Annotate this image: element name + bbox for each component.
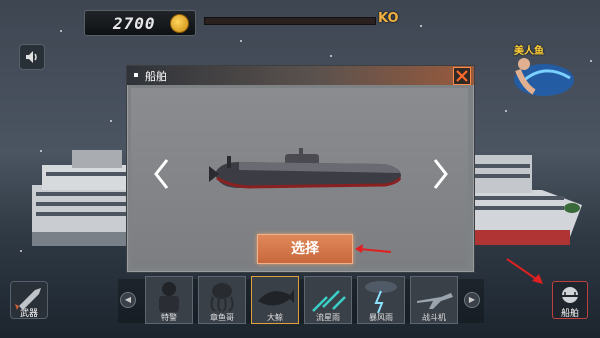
item-slot-label: 战斗机: [422, 313, 446, 322]
item-slot[interactable]: 章鱼哥: [198, 276, 246, 324]
item-slot-label: 特警: [161, 313, 177, 322]
ko-label: KO: [378, 11, 399, 26]
close-button[interactable]: [453, 67, 471, 85]
dialog-header: 船舶: [127, 66, 474, 85]
whale-icon: [258, 289, 294, 306]
sound-button[interactable]: [19, 44, 45, 70]
coin-icon: [170, 14, 189, 33]
dialog-title: 船舶: [145, 70, 167, 83]
storm-icon: [365, 281, 397, 314]
ko-progress-bar: [204, 17, 376, 25]
close-icon: [456, 70, 468, 82]
title-bullet-icon: [134, 73, 138, 77]
hint-arrow-icon: [506, 258, 543, 284]
item-slot[interactable]: 战斗机: [410, 276, 458, 324]
submarine-image: [209, 148, 402, 189]
mermaid-emblem[interactable]: 美人鱼: [504, 38, 578, 100]
item-slot-label: 大鲸: [267, 313, 283, 322]
strip-prev-button[interactable]: ◀: [120, 292, 136, 308]
ship-button[interactable]: 船舶: [552, 281, 588, 319]
item-slot-label: 暴风雨: [369, 313, 393, 322]
select-button[interactable]: 选择: [257, 234, 353, 264]
weapon-button[interactable]: 武器: [10, 281, 48, 319]
meteor-icon: [312, 290, 346, 312]
octopus-icon: [210, 283, 234, 312]
item-slot-label: 章鱼哥: [210, 313, 234, 322]
emblem-title: 美人鱼: [514, 46, 544, 57]
cruise-ship-right: [472, 155, 582, 245]
strip-next-button[interactable]: ▶: [464, 292, 480, 308]
cruise-ship-left: [32, 150, 132, 246]
soldier-icon: [159, 282, 179, 312]
item-slot[interactable]: 流星雨: [304, 276, 352, 324]
speaker-icon: [26, 51, 37, 63]
jet-icon: [417, 293, 453, 309]
weapon-label: 武器: [19, 309, 38, 319]
hint-arrow-icon: [355, 244, 392, 253]
item-slot[interactable]: 大鲸: [251, 276, 299, 324]
coin-counter: 2700: [84, 10, 196, 36]
prev-ship-arrow[interactable]: [151, 156, 171, 192]
item-slot[interactable]: 特警: [145, 276, 193, 324]
item-slot[interactable]: 暴风雨: [357, 276, 405, 324]
ship-select-dialog: 船舶 选择: [126, 65, 475, 273]
coin-value: 2700: [113, 14, 156, 33]
dialog-body: 选择: [131, 88, 468, 268]
next-ship-arrow[interactable]: [431, 156, 451, 192]
item-slot-label: 流星雨: [316, 313, 340, 322]
ship-label: 船舶: [560, 309, 579, 319]
